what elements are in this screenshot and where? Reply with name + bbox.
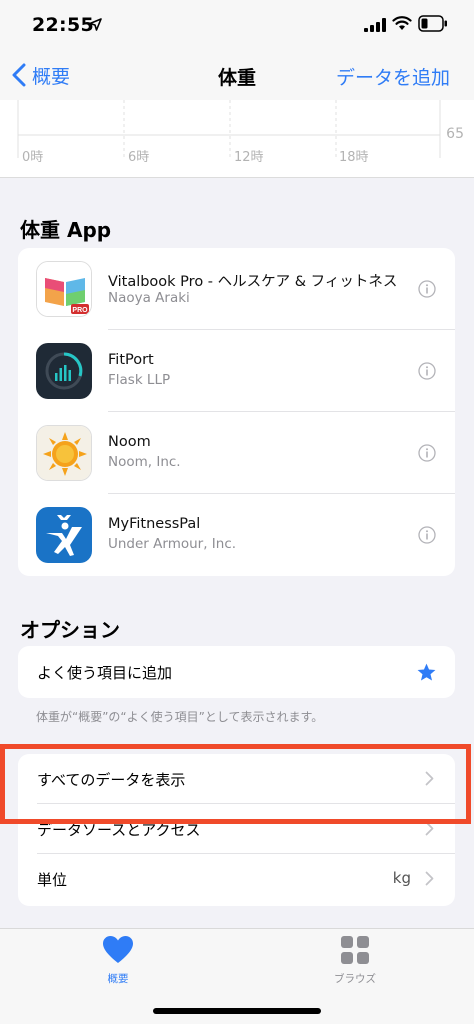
home-indicator — [153, 1008, 321, 1014]
chevron-right-icon — [425, 871, 434, 886]
app-row-vitalbook[interactable]: PRO Vitalbook Pro - ヘルスケア & フィットネス Naoya… — [18, 248, 455, 330]
app-developer: Under Armour, Inc. — [108, 536, 237, 552]
status-bar: 22:55 — [0, 0, 474, 50]
add-to-favorites-row[interactable]: よく使う項目に追加 — [18, 646, 455, 698]
wifi-icon — [392, 16, 412, 30]
location-arrow-icon — [89, 18, 102, 31]
info-icon[interactable] — [418, 280, 436, 298]
info-icon[interactable] — [418, 444, 436, 462]
app-name: MyFitnessPal — [108, 516, 201, 532]
app-row-fitport[interactable]: FitPort Flask LLP — [18, 330, 455, 412]
tab-summary[interactable]: 概要 — [58, 935, 178, 986]
apps-section-title: 体重 App — [20, 218, 112, 242]
chart-grid — [17, 100, 441, 158]
chevron-right-icon — [425, 821, 434, 836]
app-developer: Naoya Araki — [108, 290, 190, 306]
status-time: 22:55 — [32, 14, 94, 36]
app-row-myfitnesspal[interactable]: MyFitnessPal Under Armour, Inc. — [18, 494, 455, 576]
apps-list: PRO Vitalbook Pro - ヘルスケア & フィットネス Naoya… — [18, 248, 455, 576]
grid-icon — [341, 936, 369, 964]
app-developer: Flask LLP — [108, 372, 171, 388]
app-row-noom[interactable]: Noom Noom, Inc. — [18, 412, 455, 494]
myfitnesspal-app-icon — [36, 507, 92, 563]
noom-app-icon — [36, 425, 92, 481]
app-name: FitPort — [108, 352, 154, 368]
unit-row[interactable]: 単位 kg — [18, 854, 455, 904]
show-all-data-row[interactable]: すべてのデータを表示 — [18, 754, 455, 804]
chart-tick-label: 18時 — [339, 150, 369, 165]
weight-chart[interactable]: 0時 6時 12時 18時 65 — [0, 100, 474, 178]
tab-label: 概要 — [107, 973, 129, 985]
options-list: すべてのデータを表示 データソースとアクセス 単位 kg — [18, 754, 455, 906]
vitalbook-app-icon: PRO — [36, 261, 92, 317]
chart-y-label: 65 — [446, 126, 464, 142]
info-icon[interactable] — [418, 362, 436, 380]
option-label: 単位 — [37, 871, 68, 889]
tab-label: ブラウズ — [334, 973, 376, 985]
info-icon[interactable] — [418, 526, 436, 544]
add-data-button[interactable]: データを追加 — [336, 63, 450, 90]
option-label: すべてのデータを表示 — [37, 771, 186, 789]
data-sources-access-row[interactable]: データソースとアクセス — [18, 804, 455, 854]
svg-text:PRO: PRO — [72, 307, 88, 314]
chart-tick-label: 0時 — [22, 150, 44, 165]
chart-tick-label: 6時 — [128, 150, 150, 165]
options-section-title: オプション — [20, 618, 120, 642]
favorite-footnote: 体重が“概要”の“よく使う項目”として表示されます。 — [36, 710, 324, 724]
option-label: データソースとアクセス — [37, 821, 201, 839]
heart-icon — [103, 936, 133, 963]
chart-tick-label: 12時 — [234, 150, 264, 165]
unit-value: kg — [392, 869, 411, 887]
cellular-signal-icon — [364, 18, 386, 32]
app-name: Vitalbook Pro - ヘルスケア & フィットネス — [108, 274, 398, 290]
app-name: Noom — [108, 434, 151, 450]
battery-icon — [418, 15, 447, 32]
app-developer: Noom, Inc. — [108, 454, 181, 470]
tab-browse[interactable]: ブラウズ — [295, 935, 415, 986]
favorite-label: よく使う項目に追加 — [37, 664, 173, 682]
navigation-bar: 概要 体重 データを追加 — [0, 50, 474, 100]
chevron-right-icon — [425, 771, 434, 786]
fitport-app-icon — [36, 343, 92, 399]
star-icon[interactable] — [416, 662, 437, 683]
